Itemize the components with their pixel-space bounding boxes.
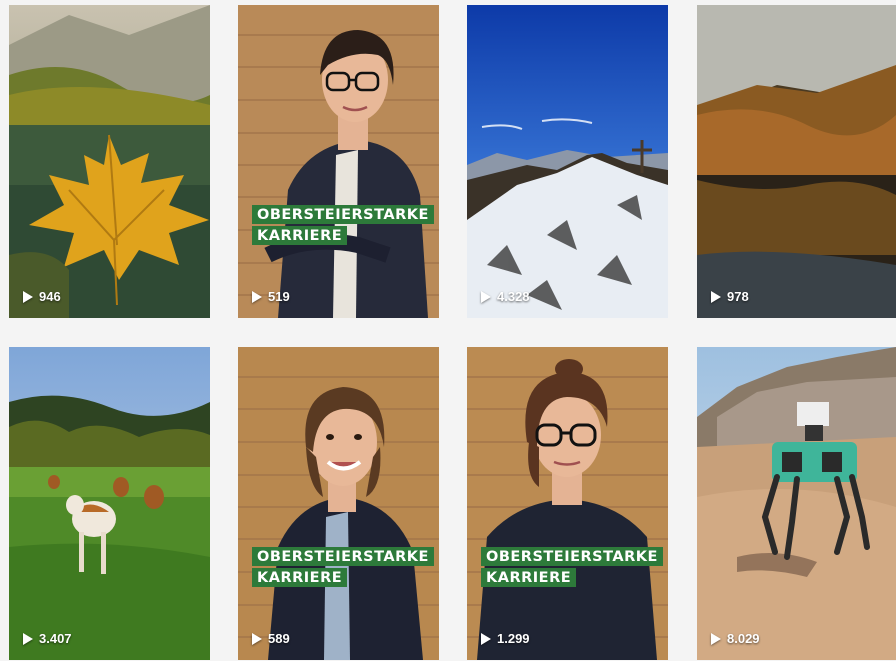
play-icon bbox=[711, 632, 721, 645]
view-count-text: 4.328 bbox=[497, 289, 530, 304]
view-count: 519 bbox=[252, 289, 290, 304]
view-count: 4.328 bbox=[481, 289, 530, 304]
brand-line-1: OBERSTEIERSTARKE bbox=[481, 547, 663, 566]
brand-label: OBERSTEIERSTARKE KARRIERE bbox=[252, 547, 434, 587]
brand-line-1: OBERSTEIERSTARKE bbox=[252, 547, 434, 566]
thumbnail-autumn-lake bbox=[697, 5, 896, 318]
brand-label: OBERSTEIERSTARKE KARRIERE bbox=[481, 547, 663, 587]
view-count: 589 bbox=[252, 631, 290, 646]
video-tile[interactable]: OBERSTEIERSTARKE KARRIERE 1.299 bbox=[467, 347, 668, 660]
play-icon bbox=[23, 290, 33, 303]
view-count: 8.029 bbox=[711, 631, 760, 646]
play-icon bbox=[252, 632, 262, 645]
view-count-text: 978 bbox=[727, 289, 749, 304]
view-count-text: 3.407 bbox=[39, 631, 72, 646]
thumbnail-cows-meadow bbox=[9, 347, 210, 660]
brand-line-2: KARRIERE bbox=[481, 568, 577, 587]
brand-line-1: OBERSTEIERSTARKE bbox=[252, 205, 434, 224]
video-tile[interactable]: OBERSTEIERSTARKE KARRIERE 589 bbox=[238, 347, 439, 660]
play-icon bbox=[23, 632, 33, 645]
video-tile[interactable]: 978 bbox=[697, 5, 896, 318]
video-tile[interactable]: 8.029 bbox=[697, 347, 896, 660]
video-tile[interactable]: OBERSTEIERSTARKE KARRIERE 519 bbox=[238, 5, 439, 318]
view-count: 946 bbox=[23, 289, 61, 304]
view-count-text: 519 bbox=[268, 289, 290, 304]
play-icon bbox=[252, 290, 262, 303]
thumbnail-mountain-summit bbox=[467, 5, 668, 318]
view-count-text: 1.299 bbox=[497, 631, 530, 646]
view-count: 1.299 bbox=[481, 631, 530, 646]
thumbnail-woman-portrait bbox=[238, 5, 439, 318]
video-tile[interactable]: 946 bbox=[9, 5, 210, 318]
thumbnail-woman-portrait bbox=[238, 347, 439, 660]
view-count-text: 589 bbox=[268, 631, 290, 646]
view-count-text: 8.029 bbox=[727, 631, 760, 646]
thumbnail-robot-dog bbox=[697, 347, 896, 660]
view-count: 3.407 bbox=[23, 631, 72, 646]
play-icon bbox=[481, 632, 491, 645]
thumbnail-woman-portrait bbox=[467, 347, 668, 660]
view-count-text: 946 bbox=[39, 289, 61, 304]
video-grid: 946 OBERSTEIERSTARKE KARRIERE 519 4.328 … bbox=[0, 0, 896, 661]
thumbnail-autumn-leaf bbox=[9, 5, 210, 318]
play-icon bbox=[481, 290, 491, 303]
brand-line-2: KARRIERE bbox=[252, 568, 348, 587]
view-count: 978 bbox=[711, 289, 749, 304]
brand-label: OBERSTEIERSTARKE KARRIERE bbox=[252, 205, 434, 245]
video-tile[interactable]: 3.407 bbox=[9, 347, 210, 660]
video-tile[interactable]: 4.328 bbox=[467, 5, 668, 318]
play-icon bbox=[711, 290, 721, 303]
brand-line-2: KARRIERE bbox=[252, 226, 348, 245]
